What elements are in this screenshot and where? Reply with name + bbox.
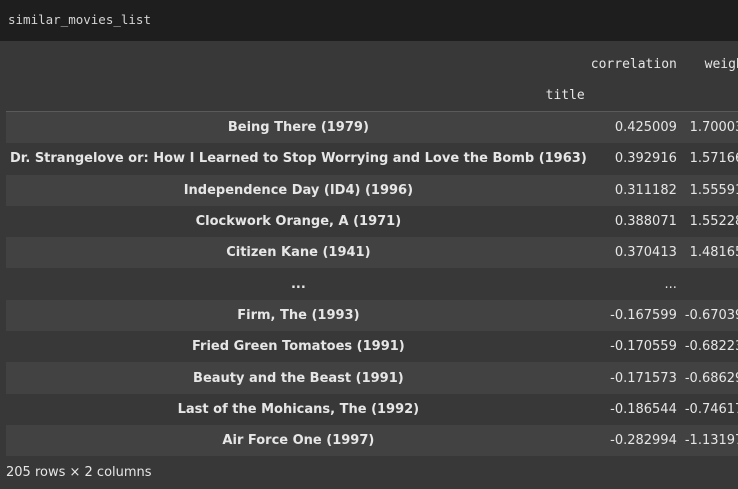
row-title: Independence Day (ID4) (1996) (183, 182, 414, 198)
cell-correlation: -0.186544 (610, 401, 677, 417)
row-title: Dr. Strangelove or: How I Learned to Sto… (10, 151, 587, 167)
table-row: Being There (1979) 0.425009 1.700037 (6, 111, 738, 144)
cell-correlation: 0.392916 (614, 151, 677, 167)
cell-correlation: -0.171573 (610, 370, 677, 386)
cell-correlation: 0.388071 (614, 214, 677, 230)
row-title: ... (290, 276, 306, 292)
code-input-cell[interactable]: similar_movies_list (0, 0, 738, 41)
cell-weight: 1.700037 (689, 120, 738, 136)
column-header-weight: weight (704, 57, 738, 72)
cell-weight: 1.555910 (689, 182, 738, 198)
row-title: Last of the Mohicans, The (1992) (177, 401, 420, 417)
row-title: Firm, The (1993) (237, 307, 360, 323)
table-row: Firm, The (1993) -0.167599 -0.670396 (6, 299, 738, 332)
shape-footer: 205 rows × 2 columns (6, 465, 152, 480)
cell-weight: ... (685, 268, 738, 299)
cell-correlation: -0.170559 (610, 339, 677, 355)
cell-weight: 1.552285 (689, 214, 738, 230)
cell-weight: -1.131976 (684, 433, 738, 449)
row-title: Beauty and the Beast (1991) (193, 370, 404, 386)
table-row: Independence Day (ID4) (1996) 0.311182 1.5… (6, 174, 738, 206)
blank-header (684, 80, 738, 112)
cell-correlation: -0.167599 (610, 307, 677, 323)
index-header-row: title (6, 80, 738, 112)
cell-weight: 1.481653 (689, 245, 738, 261)
index-header-title: title (6, 80, 591, 112)
row-title: Clockwork Orange, A (1971) (195, 214, 402, 230)
row-title: Citizen Kane (1941) (226, 245, 371, 261)
cell-correlation: ... (664, 276, 677, 292)
cell-correlation: 0.370413 (614, 245, 677, 261)
code-text: similar_movies_list (8, 12, 151, 27)
column-header-correlation: correlation (590, 57, 677, 72)
cell-weight: 1.571663 (689, 151, 738, 167)
cell-correlation: 0.425009 (614, 120, 677, 136)
dataframe-table: correlation weight title Being There (19… (6, 49, 738, 457)
cell-correlation: -0.282994 (610, 433, 677, 449)
table-row: ......... (6, 268, 738, 300)
row-title: Being There (1979) (227, 120, 369, 136)
row-title: Fried Green Tomatoes (1991) (192, 339, 405, 355)
blank-header (6, 49, 591, 80)
cell-weight: -0.682234 (684, 339, 738, 355)
table-row: Citizen Kane (1941) 0.370413 1.481653 (6, 237, 738, 269)
blank-header (590, 80, 685, 112)
cell-weight: -0.746177 (684, 401, 738, 417)
table-row: Air Force One (1997) -0.282994 -1.131976 (6, 424, 738, 457)
output-area: correlation weight title Being There (19… (0, 41, 738, 489)
table-body: Being There (1979) 0.425009 1.700037 Dr. St… (6, 111, 738, 457)
row-title: Air Force One (1997) (222, 433, 375, 449)
column-header-row: correlation weight (6, 49, 738, 80)
table-row: Clockwork Orange, A (1971) 0.388071 1.5522… (6, 205, 738, 238)
cell-weight: -0.670396 (684, 307, 738, 323)
table-row: Dr. Strangelove or: How I Learned to Sto… (6, 143, 738, 175)
table-row: Beauty and the Beast (1991) -0.171573 -0.6… (6, 362, 738, 394)
table-row: Last of the Mohicans, The (1992) -0.18654… (6, 393, 738, 425)
table-row: Fried Green Tomatoes (1991) -0.170559 -0.6… (6, 331, 738, 363)
cell-weight: -0.686290 (684, 370, 738, 386)
cell-correlation: 0.311182 (614, 182, 677, 198)
